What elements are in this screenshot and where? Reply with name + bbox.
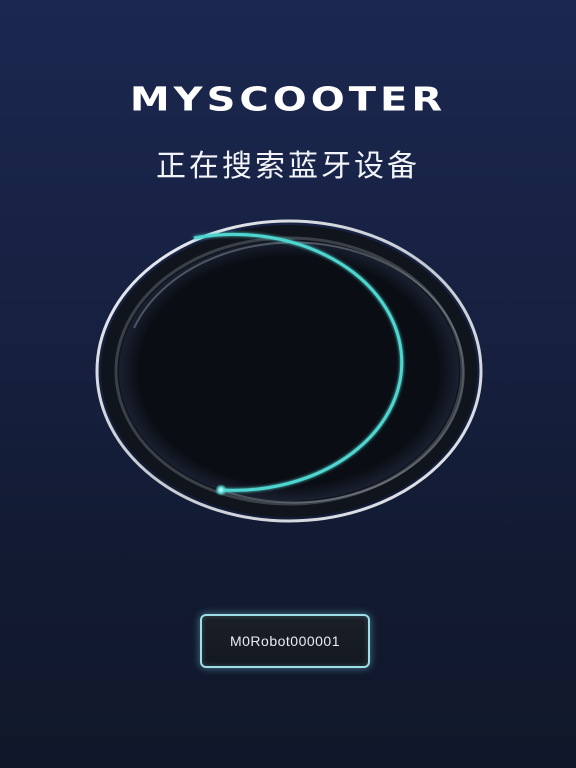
scan-status-text: 正在搜索蓝牙设备 — [156, 149, 420, 184]
device-item-button[interactable]: M0Robot000001 — [200, 614, 370, 668]
scan-sweep-dot — [215, 484, 227, 496]
app-logo: MYSCOOTER — [129, 81, 447, 119]
radar-scan-icon — [95, 219, 483, 523]
scan-screen: MYSCOOTER 正在搜索蓝牙设备 M0Robot000001 — [0, 0, 576, 768]
scanner-face — [119, 241, 459, 501]
